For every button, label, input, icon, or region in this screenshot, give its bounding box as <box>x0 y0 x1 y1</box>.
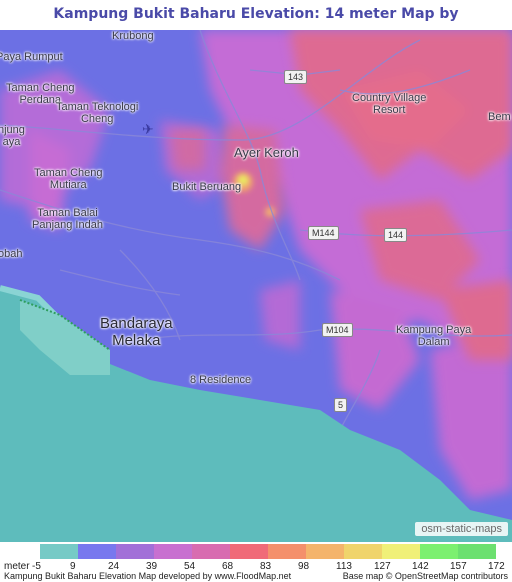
label-obah: obah <box>0 248 23 260</box>
label-taman-teknologi-cheng: Taman Teknologi Cheng <box>56 101 139 125</box>
label-kampung-paya-dalam: Kampung Paya Dalam <box>396 324 472 348</box>
airport-icon: ✈ <box>142 121 154 137</box>
label-krubong: Krubong <box>112 30 154 42</box>
legend-swatch <box>40 544 78 559</box>
legend-swatch <box>154 544 192 559</box>
label-country-village-resort: Country Village Resort <box>352 92 427 116</box>
legend-swatch <box>230 544 268 559</box>
label-paya-rumput: Paya Rumput <box>0 51 63 63</box>
legend-swatch <box>306 544 344 559</box>
road-shield-m144: M144 <box>308 226 339 240</box>
legend-swatch <box>192 544 230 559</box>
legend-swatch <box>116 544 154 559</box>
legend-swatch <box>268 544 306 559</box>
road-shield-144: 144 <box>384 228 408 242</box>
legend-swatch <box>458 544 496 559</box>
legend-swatch <box>420 544 458 559</box>
label-taman-cheng-mutiara: Taman Cheng Mutiara <box>34 167 103 191</box>
legend-swatch <box>78 544 116 559</box>
legend-swatch <box>382 544 420 559</box>
road-shield-5: 5 <box>334 398 348 412</box>
label-bem: Bem <box>488 111 511 123</box>
road-shield-m104: M104 <box>322 323 353 337</box>
label-ayer-keroh: Ayer Keroh <box>234 145 299 160</box>
label-njung-aya: njung aya <box>0 124 25 148</box>
label-taman-balai-panjang: Taman Balai Panjang Indah <box>32 207 103 231</box>
legend-swatch <box>344 544 382 559</box>
label-8-residence: 8 Residence <box>190 374 252 386</box>
page-title: Kampung Bukit Baharu Elevation: 14 meter… <box>0 0 512 50</box>
footer-credit[interactable]: Kampung Bukit Baharu Elevation Map devel… <box>4 571 291 581</box>
elevation-legend: meter -5 9 24 39 54 68 83 98 113 127 142 157 172 Kam… <box>0 542 512 582</box>
road-shield-143: 143 <box>284 70 308 84</box>
label-bandaraya-melaka: Bandaraya Melaka <box>100 315 173 349</box>
osm-static-maps-badge[interactable]: osm-static-maps <box>415 522 508 536</box>
footer-osm-credit[interactable]: Base map © OpenStreetMap contributors <box>343 571 508 581</box>
elevation-map[interactable]: ✈ Krubong Paya Rumput Taman Cheng Perdan… <box>0 30 512 542</box>
label-bukit-beruang: Bukit Beruang <box>172 181 242 193</box>
legend-tick-label: 98 <box>298 561 310 572</box>
